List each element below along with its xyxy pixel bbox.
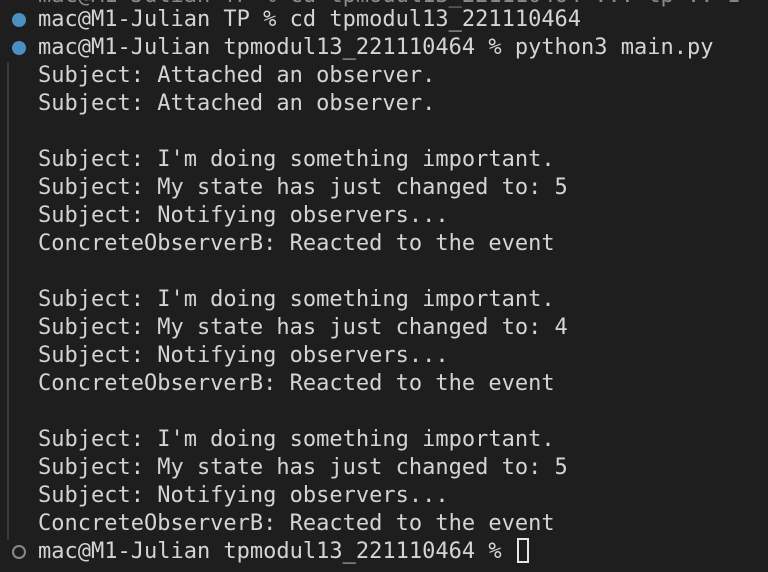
terminal-prompt-line: mac@M1-Julian TP % cd tpmodul13_22111046… bbox=[38, 7, 582, 32]
terminal-panel[interactable]: mac@M1-Julian TP % cd tpmodul13_22111046… bbox=[0, 0, 768, 572]
terminal-output-line: Subject: I'm doing something important. bbox=[38, 147, 555, 172]
terminal-output-line: Subject: My state has just changed to: 4 bbox=[38, 315, 568, 340]
terminal-output-line: ConcreteObserverB: Reacted to the event bbox=[38, 231, 555, 256]
terminal-prompt-line: mac@M1-Julian tpmodul13_221110464 % pyth… bbox=[38, 35, 714, 60]
terminal-output-line: Subject: Notifying observers... bbox=[38, 343, 449, 368]
terminal-output-line: Subject: Notifying observers... bbox=[38, 203, 449, 228]
command-idle-dot-icon[interactable] bbox=[12, 545, 26, 559]
terminal-output-line: Subject: I'm doing something important. bbox=[38, 287, 555, 312]
command-output-bar bbox=[7, 62, 9, 540]
terminal-output-line: Subject: I'm doing something important. bbox=[38, 427, 555, 452]
text-cursor bbox=[516, 538, 529, 563]
terminal-output-line: Subject: My state has just changed to: 5 bbox=[38, 175, 568, 200]
terminal-prompt-text: mac@M1-Julian tpmodul13_221110464 % bbox=[38, 539, 515, 564]
command-success-dot-icon[interactable] bbox=[12, 41, 26, 55]
command-success-dot-icon[interactable] bbox=[12, 13, 26, 27]
terminal-output-line: ConcreteObserverB: Reacted to the event bbox=[38, 511, 555, 536]
terminal-output-line: Subject: Attached an observer. bbox=[38, 63, 436, 88]
terminal-output-line: Subject: Attached an observer. bbox=[38, 91, 436, 116]
terminal-output-line: ConcreteObserverB: Reacted to the event bbox=[38, 371, 555, 396]
terminal-output-line: Subject: My state has just changed to: 5 bbox=[38, 455, 568, 480]
terminal-output-line: Subject: Notifying observers... bbox=[38, 483, 449, 508]
terminal-active-prompt[interactable]: mac@M1-Julian tpmodul13_221110464 % bbox=[38, 538, 529, 566]
